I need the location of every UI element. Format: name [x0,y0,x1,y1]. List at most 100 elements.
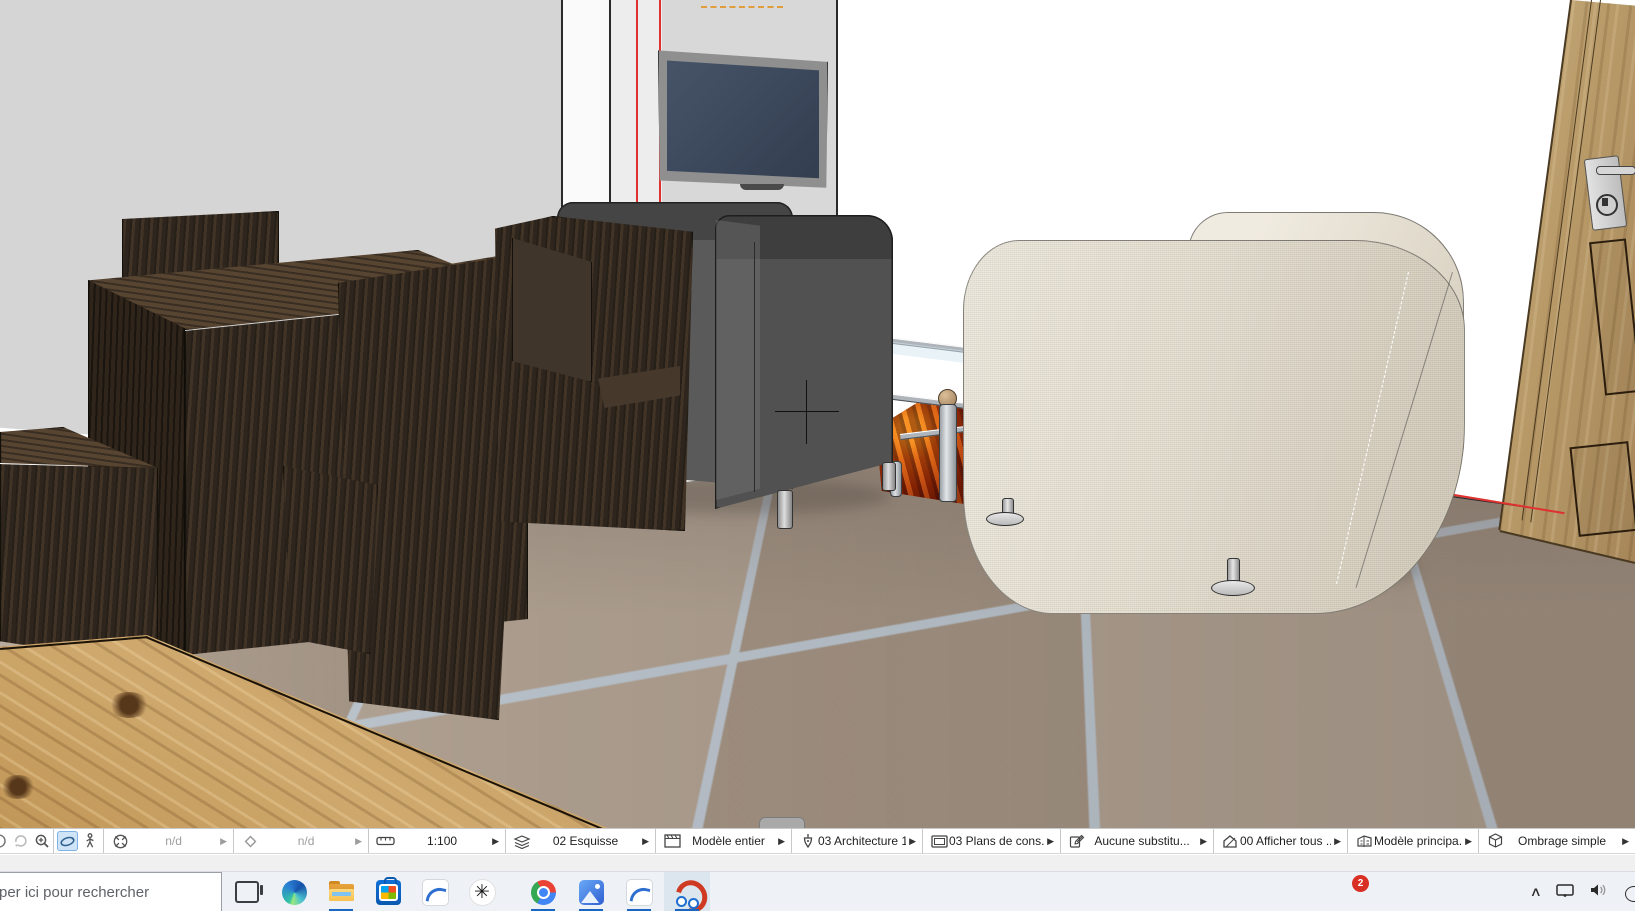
chevron-right-icon[interactable]: ▶ [642,836,649,847]
curve-app-2-button[interactable] [616,872,662,911]
structure-display-label: Modèle entier [682,834,775,848]
layer-stack-icon[interactable] [512,832,532,850]
pen-icon[interactable] [798,832,818,850]
view-history-tools [0,829,53,853]
structural-model-field[interactable]: Modèle principa... ▶ [1347,829,1478,853]
notification-badge[interactable]: 2 [1352,875,1369,892]
dark-wood-chair-seat [283,462,378,654]
armchair-foot-disc [986,512,1024,526]
microsoft-store-button[interactable] [365,872,411,911]
volume-icon[interactable] [1589,882,1609,903]
cube-shading-icon[interactable] [1485,832,1505,850]
layer-combination-field[interactable]: 02 Esquisse ▶ [505,829,655,853]
pen-diamond-icon[interactable] [240,832,260,850]
photos-icon [579,880,604,905]
scale-ruler-icon[interactable] [375,832,395,850]
pen-set-label: 03 Architecture 1... [818,834,906,848]
house-filter-icon[interactable] [1220,832,1240,850]
explore-walk-icon[interactable] [80,831,101,851]
fit-in-window-field[interactable]: n/d ▶ [103,829,233,853]
shading-mode-field[interactable]: Ombrage simple ▶ [1478,829,1635,853]
chevron-right-icon[interactable]: ▶ [492,836,499,847]
chevron-right-icon[interactable]: ▶ [1200,836,1207,847]
door-panel [1569,441,1635,537]
substitution-icon[interactable] [1067,832,1087,850]
search-placeholder-text: per ici pour rechercher [0,884,149,901]
model-view-options-label: 03 Plans de cons... [949,834,1044,848]
edge-icon [282,880,307,905]
wall-tv-base [740,184,784,190]
curve-app-button[interactable] [412,872,458,911]
system-tray: ∧ [1531,872,1635,911]
film-slate-icon[interactable] [662,832,682,850]
fit-in-window-icon[interactable] [110,832,130,850]
taskbar-search-input[interactable]: per ici pour rechercher [0,872,222,911]
cast-display-icon[interactable] [1555,882,1575,903]
zoom-value-label: n/d [130,834,217,848]
structure-display-field[interactable]: Modèle entier ▶ [655,829,791,853]
curve-app-icon [626,879,653,906]
dark-wood-bench-front [0,460,158,666]
pen-style-label: n/d [260,834,352,848]
renovation-filter-label: 00 Afficher tous ... [1240,834,1331,848]
chrome-button[interactable] [520,872,566,911]
pen-style-field[interactable]: n/d ▶ [233,829,368,853]
armchair-fabric-texture [963,240,1463,612]
wood-knot [108,692,150,718]
bottom-status-toolbar: n/d ▶ n/d ▶ 1:100 ▶ 02 Esquisse ▶ [0,828,1635,854]
file-explorer-button[interactable] [318,872,364,911]
chatgpt-button[interactable]: ✳ [459,872,505,911]
scale-value-label: 1:100 [395,834,489,848]
chrome-icon [531,880,556,905]
building-model-icon[interactable] [1354,832,1374,850]
edge-button[interactable] [271,872,317,911]
chevron-right-icon[interactable]: ▶ [1622,836,1629,847]
pen-set-field[interactable]: 03 Architecture 1... ▶ [791,829,922,853]
task-view-button[interactable] [224,872,270,911]
sofa-leg [777,490,793,529]
desktop-screen: n/d ▶ n/d ▶ 1:100 ▶ 02 Esquisse ▶ [0,0,1635,911]
renovation-filter-field[interactable]: 00 Afficher tous ... ▶ [1213,829,1347,853]
3d-viewport[interactable] [0,0,1635,828]
previous-view-icon[interactable] [0,831,9,851]
chevron-right-icon[interactable]: ▶ [355,836,362,847]
sofa-leg [882,462,896,491]
wall-tv-screen [667,58,819,182]
crosshair-cursor [775,411,839,412]
chevron-right-icon[interactable]: ▶ [220,836,227,847]
selection-edge-red [636,0,638,212]
armchair-foot-disc [1211,580,1255,596]
chevron-right-icon[interactable]: ▶ [1047,836,1054,847]
snap-guide-dashed-line [701,6,783,8]
chevron-right-icon[interactable]: ▶ [1334,836,1341,847]
crosshair-cursor [806,380,807,444]
curve-app-icon [422,879,449,906]
rotate-view-icon[interactable] [11,831,31,851]
zoom-in-icon[interactable] [32,831,52,851]
glass-table-leg [939,404,957,502]
wall-corner-edge [836,0,838,216]
viewport-bottom-tab[interactable] [759,817,805,828]
chevron-right-icon[interactable]: ▶ [1465,836,1472,847]
archicad-button[interactable] [664,872,710,911]
task-view-icon [235,881,259,903]
chatgpt-icon: ✳ [469,879,496,906]
model-view-options-field[interactable]: 03 Plans de cons... ▶ [922,829,1060,853]
microsoft-store-icon [376,880,401,905]
structural-model-label: Modèle principa... [1374,834,1462,848]
photos-button[interactable] [568,872,614,911]
file-explorer-icon [329,880,354,905]
gray-sofa-seam [754,242,755,492]
chevron-right-icon[interactable]: ▶ [778,836,785,847]
frame-icon[interactable] [929,832,949,850]
tray-chevron-icon[interactable]: ∧ [1530,884,1542,900]
wood-knot [0,775,36,799]
shading-mode-label: Ombrage simple [1505,834,1619,848]
chevron-right-icon[interactable]: ▶ [909,836,916,847]
layer-combination-label: 02 Esquisse [532,834,639,848]
windows-taskbar: per ici pour rechercher ✳ [0,871,1635,911]
graphic-override-field[interactable]: Aucune substitu... ▶ [1060,829,1213,853]
scale-field[interactable]: 1:100 ▶ [368,829,505,853]
archicad-icon [675,880,700,905]
orbit-tool-icon[interactable] [57,831,78,851]
